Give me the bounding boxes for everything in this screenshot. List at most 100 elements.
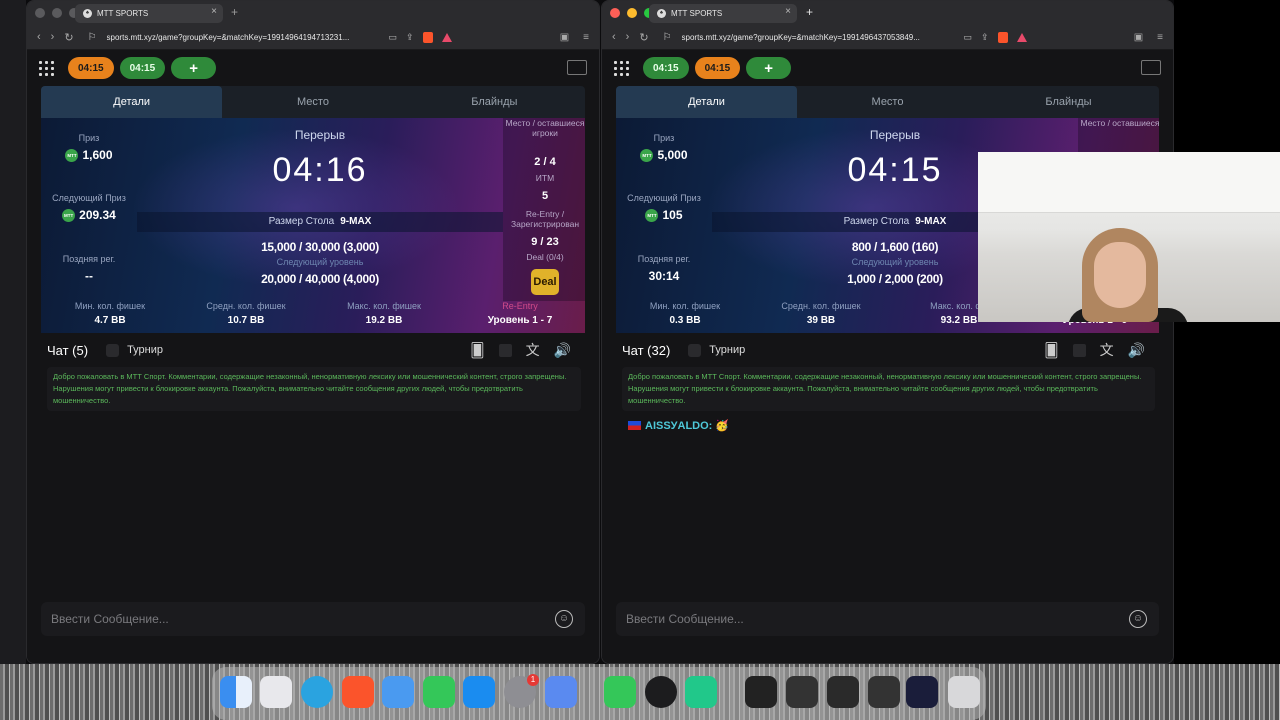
cards-icon[interactable]: 🂠 xyxy=(1044,342,1058,359)
bookmark-icon[interactable]: ⚐ xyxy=(663,32,672,43)
cast-icon[interactable]: ▭ xyxy=(389,32,398,43)
toggle-box[interactable] xyxy=(1072,343,1086,357)
itm-label: ИТМ xyxy=(535,173,555,183)
tournament-checkbox[interactable] xyxy=(106,343,120,357)
speaker-icon[interactable]: 🔊 xyxy=(554,342,571,359)
bookmark-icon[interactable]: ⚐ xyxy=(88,32,97,43)
url-field[interactable]: sports.mtt.xyz/game?groupKey=&matchKey=1… xyxy=(682,33,952,42)
streamer xyxy=(1068,222,1188,322)
sidebar-icon[interactable]: ▣ xyxy=(560,32,569,43)
apps-grid-icon[interactable] xyxy=(39,60,54,76)
sidebar-icon[interactable]: ▣ xyxy=(1134,32,1143,43)
new-tab-icon[interactable]: + xyxy=(231,5,238,19)
tab-details[interactable]: Детали xyxy=(616,86,797,118)
app-store-icon[interactable] xyxy=(463,676,495,708)
close-window-button[interactable] xyxy=(35,8,45,18)
facetime-icon[interactable] xyxy=(423,676,455,708)
deal-button[interactable]: Deal xyxy=(531,269,559,295)
table-timer-pill[interactable]: 04:15 xyxy=(643,57,689,79)
close-tab-icon[interactable]: × xyxy=(211,6,217,17)
iphone-mirroring-icon[interactable] xyxy=(545,676,577,708)
tab-seat[interactable]: Место xyxy=(797,86,978,118)
forward-icon[interactable]: › xyxy=(51,31,55,44)
phone-icon[interactable] xyxy=(604,676,636,708)
back-icon[interactable]: ‹ xyxy=(37,31,41,44)
minimized-window-thumb[interactable] xyxy=(745,676,777,708)
tab-blinds[interactable]: Блайнды xyxy=(978,86,1159,118)
brave-rewards-icon[interactable] xyxy=(1016,32,1027,42)
translate-icon[interactable]: 文 xyxy=(526,340,540,360)
browser-tab[interactable]: ♠ MTT SPORTS × xyxy=(75,4,223,23)
close-window-button[interactable] xyxy=(610,8,620,18)
telegram-icon[interactable] xyxy=(301,676,333,708)
table-timer-pill[interactable]: 04:15 xyxy=(119,57,166,79)
tab-seat[interactable]: Место xyxy=(222,86,403,118)
tab-details[interactable]: Детали xyxy=(41,86,223,118)
tab-blinds[interactable]: Блайнды xyxy=(404,86,585,118)
late-reg-value: 30:14 xyxy=(648,269,680,283)
minimize-window-button[interactable] xyxy=(52,8,62,18)
apps-grid-icon[interactable] xyxy=(614,60,629,76)
new-tab-icon[interactable]: + xyxy=(806,5,813,19)
chat-input-placeholder: Ввести Сообщение... xyxy=(626,612,744,626)
finder-icon[interactable] xyxy=(220,676,252,708)
min-chips-label: Мин. кол. фишек xyxy=(74,301,146,311)
toggle-box[interactable] xyxy=(498,343,512,357)
details-tabs: Детали Место Блайнды xyxy=(616,86,1159,118)
chat-input[interactable]: Ввести Сообщение... ☺ xyxy=(41,602,585,636)
cards-icon[interactable]: 🂠 xyxy=(470,342,484,359)
obs-icon[interactable] xyxy=(645,676,677,708)
game-app: 04:15 04:15 + Детали Место Блайнды Приз … xyxy=(602,50,1173,663)
share-icon[interactable]: ⇪ xyxy=(981,32,989,43)
reentry-label: Re-Entry / Зарегистрирован xyxy=(510,209,580,229)
mtt-coin-icon: MTT xyxy=(645,208,659,222)
trash-icon[interactable] xyxy=(948,676,980,708)
tradingview-icon[interactable] xyxy=(685,676,717,708)
next-level-label: Следующий уровень xyxy=(276,257,364,267)
table-timer-pill[interactable]: 04:15 xyxy=(694,57,741,79)
deal-label: Deal (0/4) xyxy=(526,252,564,262)
add-table-button[interactable]: + xyxy=(746,57,792,79)
url-field[interactable]: sports.mtt.xyz/game?groupKey=&matchKey=1… xyxy=(107,33,377,42)
chat-welcome-message: Добро пожаловать в МТТ Спорт. Комментари… xyxy=(47,367,581,411)
menu-icon[interactable]: ≡ xyxy=(583,32,589,43)
share-icon[interactable]: ⇪ xyxy=(406,32,414,43)
mail-icon[interactable] xyxy=(382,676,414,708)
minimize-table-icon[interactable] xyxy=(1141,60,1161,75)
back-icon[interactable]: ‹ xyxy=(612,31,616,44)
brave-shields-icon[interactable] xyxy=(997,31,1008,43)
brave-icon[interactable] xyxy=(342,676,374,708)
forward-icon[interactable]: › xyxy=(626,31,630,44)
mtt-coin-icon: MTT xyxy=(62,208,76,222)
reload-icon[interactable]: ↻ xyxy=(639,31,648,44)
browser-tab[interactable]: ♠ MTT SPORTS × xyxy=(649,4,797,23)
app-top-bar: 04:15 04:15 + xyxy=(27,50,599,86)
minimized-window-thumb[interactable] xyxy=(786,676,818,708)
tournament-label: Турнир xyxy=(709,344,746,356)
table-timer-pill[interactable]: 04:15 xyxy=(68,57,114,79)
minimized-window-thumb[interactable] xyxy=(868,676,900,708)
brave-shields-icon[interactable] xyxy=(422,31,433,43)
minimize-window-button[interactable] xyxy=(627,8,637,18)
minimized-window-thumb[interactable] xyxy=(906,676,938,708)
minimize-table-icon[interactable] xyxy=(567,60,587,75)
mtt-coin-icon: MTT xyxy=(65,148,79,162)
launchpad-icon[interactable] xyxy=(260,676,292,708)
mtt-coin-icon: MTT xyxy=(640,148,654,162)
minimized-window-thumb[interactable] xyxy=(827,676,859,708)
translate-icon[interactable]: 文 xyxy=(1100,340,1114,360)
tab-title: MTT SPORTS xyxy=(97,9,149,18)
cast-icon[interactable]: ▭ xyxy=(964,32,973,43)
app-top-bar: 04:15 04:15 + xyxy=(602,50,1173,86)
reload-icon[interactable]: ↻ xyxy=(64,31,73,44)
chat-input[interactable]: Ввести Сообщение... ☺ xyxy=(616,602,1159,636)
add-table-button[interactable]: + xyxy=(171,57,217,79)
close-tab-icon[interactable]: × xyxy=(785,6,791,17)
tournament-checkbox[interactable] xyxy=(688,343,702,357)
emoji-icon[interactable]: ☺ xyxy=(1129,610,1147,628)
brave-rewards-icon[interactable] xyxy=(441,32,452,42)
game-app: 04:15 04:15 + Детали Место Блайнды Приз … xyxy=(27,50,599,663)
emoji-icon[interactable]: ☺ xyxy=(555,610,573,628)
speaker-icon[interactable]: 🔊 xyxy=(1128,342,1145,359)
menu-icon[interactable]: ≡ xyxy=(1157,32,1163,43)
